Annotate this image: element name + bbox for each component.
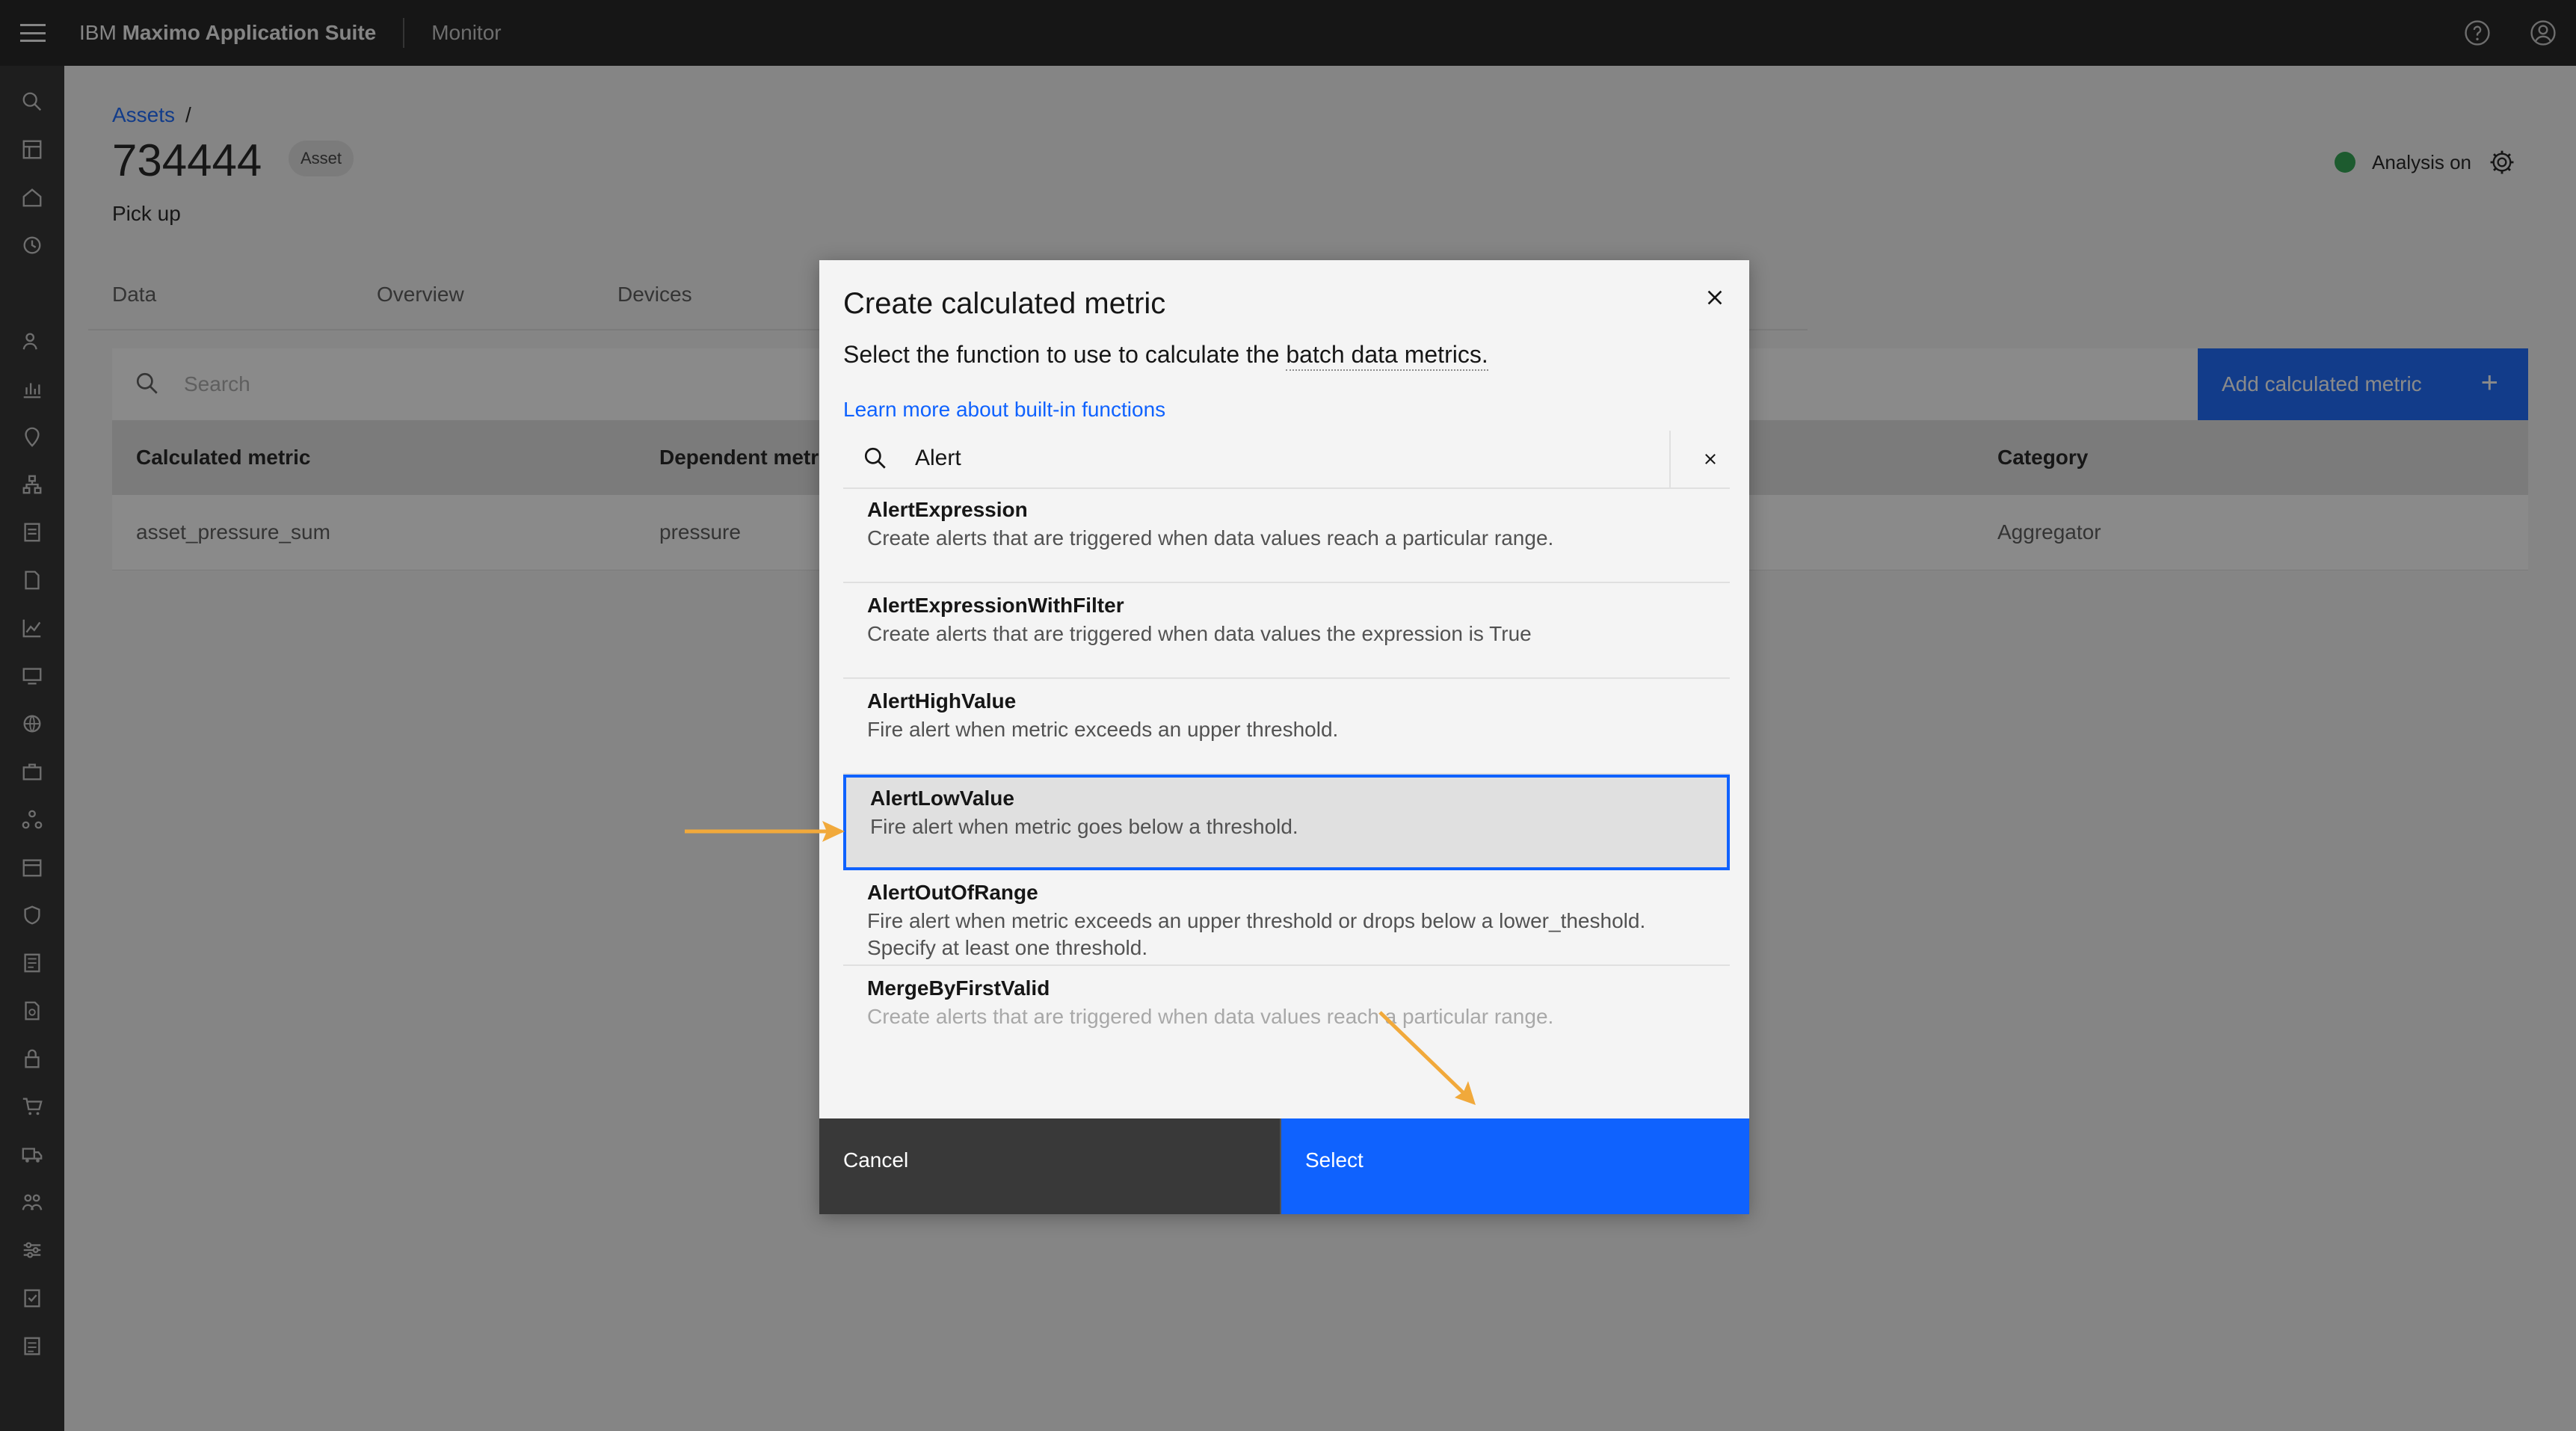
function-list: AlertExpression Create alerts that are t… <box>843 487 1730 1065</box>
function-name: AlertHighValue <box>867 689 1017 713</box>
list-item-alertexpressionwithfilter[interactable]: AlertExpressionWithFilter Create alerts … <box>843 583 1730 679</box>
function-name: AlertLowValue <box>870 787 1014 810</box>
function-description: Fire alert when metric goes below a thre… <box>870 815 1298 838</box>
cancel-button[interactable]: Cancel <box>819 1118 1281 1214</box>
modal-description: Select the function to use to calculate … <box>843 341 1488 371</box>
function-name: AlertExpression <box>867 498 1028 521</box>
modal-footer: Cancel Select <box>819 1118 1749 1214</box>
create-calculated-metric-modal: Create calculated metric Select the func… <box>819 260 1749 1214</box>
search-divider <box>1669 431 1671 487</box>
learn-more-link[interactable]: Learn more about built-in functions <box>843 398 1165 422</box>
list-item-alertlowvalue-selected[interactable]: AlertLowValue Fire alert when metric goe… <box>843 775 1730 870</box>
close-icon <box>1707 290 1722 305</box>
modal-description-text: Select the function to use to calculate … <box>843 341 1280 368</box>
clear-search-button[interactable] <box>1697 446 1724 473</box>
list-item-mergebyfirstvalid[interactable]: MergeByFirstValid Create alerts that are… <box>843 966 1730 1065</box>
function-description: Fire alert when metric exceeds an upper … <box>867 909 1646 959</box>
select-button[interactable]: Select <box>1281 1118 1749 1214</box>
function-description: Create alerts that are triggered when da… <box>867 1005 1554 1028</box>
function-search: Alert <box>843 431 1730 489</box>
modal-close-button[interactable] <box>1698 281 1731 314</box>
function-name: MergeByFirstValid <box>867 976 1050 1000</box>
modal-title: Create calculated metric <box>843 287 1166 320</box>
function-name: AlertExpressionWithFilter <box>867 594 1124 617</box>
function-description: Create alerts that are triggered when da… <box>867 622 1532 645</box>
list-item-alertexpression[interactable]: AlertExpression Create alerts that are t… <box>843 487 1730 583</box>
function-search-input[interactable]: Alert <box>915 446 961 471</box>
function-name: AlertOutOfRange <box>867 881 1038 904</box>
list-item-alertoutofrange[interactable]: AlertOutOfRange Fire alert when metric e… <box>843 870 1730 966</box>
function-description: Create alerts that are triggered when da… <box>867 526 1554 550</box>
function-description: Fire alert when metric exceeds an upper … <box>867 718 1339 741</box>
search-icon <box>864 447 886 469</box>
batch-data-metrics-term[interactable]: batch data metrics. <box>1286 341 1488 371</box>
list-item-alerthighvalue[interactable]: AlertHighValue Fire alert when metric ex… <box>843 679 1730 775</box>
clear-icon <box>1705 454 1716 464</box>
